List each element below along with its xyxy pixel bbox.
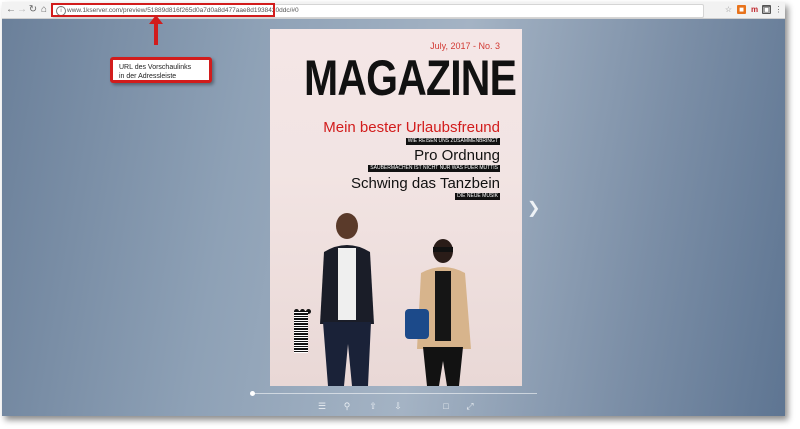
thumbnails-icon[interactable]: ☰ — [317, 401, 327, 411]
cover-photo-woman — [405, 239, 471, 386]
headline: Mein bester Urlaubsfreund — [323, 119, 500, 136]
browser-toolbar: ← → ↻ ⌂ i www.1kserver.com/preview/51889… — [2, 2, 785, 19]
headline: Pro Ordnung — [414, 147, 500, 164]
extension-icon[interactable]: m — [750, 5, 759, 14]
magazine-title: MAGAZINE — [304, 50, 517, 106]
forward-icon[interactable]: → — [17, 4, 27, 16]
star-icon[interactable]: ☆ — [724, 5, 733, 14]
search-icon[interactable]: ⚲ — [342, 401, 352, 411]
home-icon[interactable]: ⌂ — [39, 4, 49, 16]
next-page-icon[interactable]: ❯ — [527, 198, 540, 218]
annotation-arrowhead — [149, 15, 163, 24]
headline: Schwing das Tanzbein — [351, 175, 500, 192]
extension-icon[interactable]: ■ — [737, 5, 746, 14]
download-icon[interactable]: ⇩ — [393, 401, 403, 411]
browser-window: ← → ↻ ⌂ i www.1kserver.com/preview/51889… — [2, 2, 785, 416]
fit-icon[interactable]: □ — [441, 401, 451, 411]
reload-icon[interactable]: ↻ — [28, 4, 38, 16]
callout-line: URL des Vorschaulinks — [119, 64, 192, 71]
magazine-cover[interactable]: July, 2017 - No. 3 MAGAZINE Mein bester … — [270, 29, 522, 386]
barcode — [294, 311, 308, 353]
headline-subtitle: WIE REISEN UNS ZUSAMMENBRINGT — [405, 138, 500, 145]
cover-photo-man — [320, 213, 374, 386]
fullscreen-icon[interactable]: ⤢ — [465, 401, 475, 411]
share-icon[interactable]: ⇧ — [368, 401, 378, 411]
url-highlight-box — [51, 3, 275, 17]
back-icon[interactable]: ← — [6, 4, 16, 16]
extension-icon[interactable]: ▣ — [762, 5, 771, 14]
menu-icon[interactable]: ⋮ — [774, 5, 783, 14]
page-slider-handle[interactable] — [250, 391, 255, 396]
headline-subtitle: DIE NEUE MUSIK — [455, 193, 500, 200]
annotation-callout: URL des Vorschaulinks in der Adressleist… — [110, 57, 212, 83]
cover-badges — [294, 301, 312, 314]
headline-subtitle: SAUBERMACHEN IST NICHT NUR WAS FUER MUTT… — [368, 165, 500, 172]
page-slider[interactable] — [252, 393, 537, 394]
callout-line: in der Adressleiste — [119, 73, 177, 80]
